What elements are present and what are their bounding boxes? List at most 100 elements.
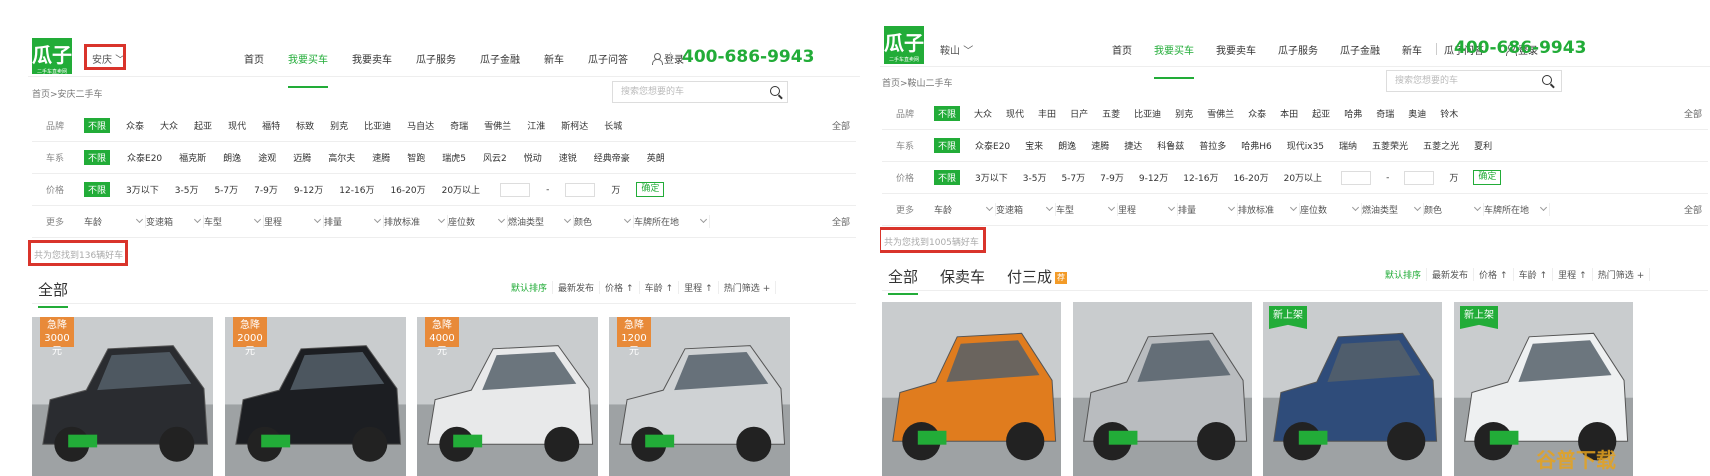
- filter-option-series-7[interactable]: 速腾: [372, 151, 390, 164]
- filter-dropdown-4[interactable]: 排量: [1178, 203, 1238, 216]
- nav-link-0[interactable]: 首页: [1112, 42, 1132, 57]
- filter-dropdown-5[interactable]: 排放标准: [384, 215, 448, 228]
- filter-option-series-4[interactable]: 速腾: [1091, 139, 1109, 152]
- filter-option-price-7[interactable]: 16-20万: [1233, 171, 1268, 184]
- filter-option-price-1[interactable]: 3万以下: [126, 183, 159, 196]
- search-icon[interactable]: [1542, 75, 1552, 85]
- filter-option-series-2[interactable]: 宝来: [1025, 139, 1043, 152]
- sort-option-2[interactable]: 价格 ↑: [1474, 268, 1514, 281]
- filter-option-price-2[interactable]: 3-5万: [1023, 171, 1047, 184]
- nav-link-2[interactable]: 我要卖车: [352, 51, 392, 66]
- filter-option-series-7[interactable]: 普拉多: [1199, 139, 1226, 152]
- car-card[interactable]: 新上架: [1263, 302, 1442, 476]
- filter-option-series-14[interactable]: 英朗: [647, 151, 665, 164]
- filter-dropdown-3[interactable]: 里程: [1118, 203, 1178, 216]
- breadcrumb[interactable]: 首页>鞍山二手车: [882, 76, 953, 89]
- listing-tab-1[interactable]: 保卖车: [940, 266, 985, 287]
- filter-option-price-3[interactable]: 5-7万: [214, 183, 238, 196]
- car-card[interactable]: [1073, 302, 1252, 476]
- filter-dropdown-6[interactable]: 座位数: [448, 215, 508, 228]
- sort-option-5[interactable]: 热门筛选 +: [719, 281, 777, 294]
- filter-dropdown-6[interactable]: 座位数: [1300, 203, 1362, 216]
- filter-option-brand-10[interactable]: 本田: [1280, 107, 1298, 120]
- nav-link-4[interactable]: 瓜子金融: [1340, 42, 1380, 57]
- filter-all-more[interactable]: 全部: [832, 215, 850, 228]
- car-card[interactable]: 急降 3000元: [32, 317, 213, 476]
- sort-option-4[interactable]: 里程 ↑: [1553, 268, 1593, 281]
- filter-dropdown-1[interactable]: 变速箱: [146, 215, 204, 228]
- nav-link-3[interactable]: 瓜子服务: [1278, 42, 1318, 57]
- filter-dropdown-4[interactable]: 排量: [324, 215, 384, 228]
- filter-option-brand-0[interactable]: 不限: [934, 106, 961, 121]
- filter-all-brand[interactable]: 全部: [832, 119, 850, 132]
- car-card[interactable]: [882, 302, 1061, 476]
- car-card[interactable]: 急降 2000元: [225, 317, 406, 476]
- filter-option-brand-4[interactable]: 日产: [1070, 107, 1088, 120]
- filter-option-price-1[interactable]: 3万以下: [975, 171, 1008, 184]
- filter-all-more[interactable]: 全部: [1684, 203, 1702, 216]
- filter-option-price-0[interactable]: 不限: [934, 170, 961, 185]
- price-max-input[interactable]: [565, 182, 596, 197]
- sort-option-1[interactable]: 最新发布: [1427, 268, 1475, 281]
- filter-option-brand-6[interactable]: 比亚迪: [1134, 107, 1161, 120]
- filter-dropdown-7[interactable]: 燃油类型: [1362, 203, 1424, 216]
- guazi-logo[interactable]: 瓜子 二手车直卖网: [32, 38, 72, 75]
- filter-option-series-12[interactable]: 速锐: [559, 151, 577, 164]
- nav-link-5[interactable]: 新车: [544, 51, 564, 66]
- city-selector[interactable]: 鞍山 ﹀: [940, 42, 973, 57]
- filter-option-brand-1[interactable]: 大众: [974, 107, 992, 120]
- filter-option-price-5[interactable]: 9-12万: [294, 183, 323, 196]
- filter-option-price-2[interactable]: 3-5万: [175, 183, 199, 196]
- filter-option-brand-13[interactable]: 奇瑞: [1376, 107, 1394, 120]
- filter-dropdown-8[interactable]: 颜色: [574, 215, 634, 228]
- filter-option-brand-12[interactable]: 哈弗: [1344, 107, 1362, 120]
- search-icon[interactable]: [770, 86, 780, 96]
- filter-option-brand-9[interactable]: 众泰: [1248, 107, 1266, 120]
- filter-option-price-5[interactable]: 9-12万: [1139, 171, 1168, 184]
- listing-tab-2[interactable]: 付三成荐: [1007, 266, 1068, 287]
- filter-option-brand-5[interactable]: 福特: [262, 119, 280, 132]
- filter-option-series-12[interactable]: 五菱之光: [1423, 139, 1459, 152]
- filter-option-price-6[interactable]: 12-16万: [1183, 171, 1218, 184]
- filter-option-brand-9[interactable]: 马自达: [407, 119, 434, 132]
- filter-option-price-6[interactable]: 12-16万: [339, 183, 374, 196]
- filter-all-brand[interactable]: 全部: [1684, 107, 1702, 120]
- price-confirm-button[interactable]: 确定: [1473, 170, 1502, 185]
- filter-option-series-6[interactable]: 高尔夫: [328, 151, 355, 164]
- sort-option-3[interactable]: 车龄 ↑: [640, 281, 680, 294]
- filter-dropdown-9[interactable]: 车牌所在地: [634, 215, 710, 228]
- filter-option-brand-1[interactable]: 众泰: [126, 119, 144, 132]
- filter-option-brand-14[interactable]: 长城: [604, 119, 622, 132]
- sort-option-3[interactable]: 车龄 ↑: [1514, 268, 1554, 281]
- sort-option-0[interactable]: 默认排序: [506, 281, 554, 294]
- car-card[interactable]: 急降 4000元: [417, 317, 598, 476]
- filter-option-series-8[interactable]: 智跑: [407, 151, 425, 164]
- sort-option-0[interactable]: 默认排序: [1380, 268, 1428, 281]
- filter-option-series-1[interactable]: 众泰E20: [975, 139, 1010, 152]
- breadcrumb[interactable]: 首页>安庆二手车: [32, 87, 103, 100]
- filter-option-price-4[interactable]: 7-9万: [254, 183, 278, 196]
- filter-option-series-2[interactable]: 福克斯: [179, 151, 206, 164]
- price-confirm-button[interactable]: 确定: [636, 182, 665, 197]
- filter-dropdown-2[interactable]: 车型: [1056, 203, 1118, 216]
- filter-option-brand-2[interactable]: 现代: [1006, 107, 1024, 120]
- filter-option-price-8[interactable]: 20万以上: [1284, 171, 1322, 184]
- filter-option-brand-5[interactable]: 五菱: [1102, 107, 1120, 120]
- sort-option-2[interactable]: 价格 ↑: [600, 281, 640, 294]
- filter-option-series-6[interactable]: 科鲁兹: [1157, 139, 1184, 152]
- nav-link-2[interactable]: 我要卖车: [1216, 42, 1256, 57]
- price-min-input[interactable]: [500, 182, 531, 197]
- filter-dropdown-5[interactable]: 排放标准: [1238, 203, 1300, 216]
- filter-dropdown-3[interactable]: 里程: [264, 215, 324, 228]
- filter-option-series-10[interactable]: 风云2: [483, 151, 507, 164]
- sort-option-4[interactable]: 里程 ↑: [679, 281, 719, 294]
- car-card[interactable]: 急降 1200元: [609, 317, 790, 476]
- nav-link-3[interactable]: 瓜子服务: [416, 51, 456, 66]
- price-min-input[interactable]: [1341, 170, 1372, 185]
- filter-option-brand-3[interactable]: 丰田: [1038, 107, 1056, 120]
- filter-option-series-3[interactable]: 朗逸: [1058, 139, 1076, 152]
- filter-option-brand-12[interactable]: 江淮: [527, 119, 545, 132]
- filter-option-series-9[interactable]: 瑞虎5: [442, 151, 466, 164]
- filter-option-series-0[interactable]: 不限: [934, 138, 961, 153]
- nav-link-5[interactable]: 新车: [1402, 42, 1422, 57]
